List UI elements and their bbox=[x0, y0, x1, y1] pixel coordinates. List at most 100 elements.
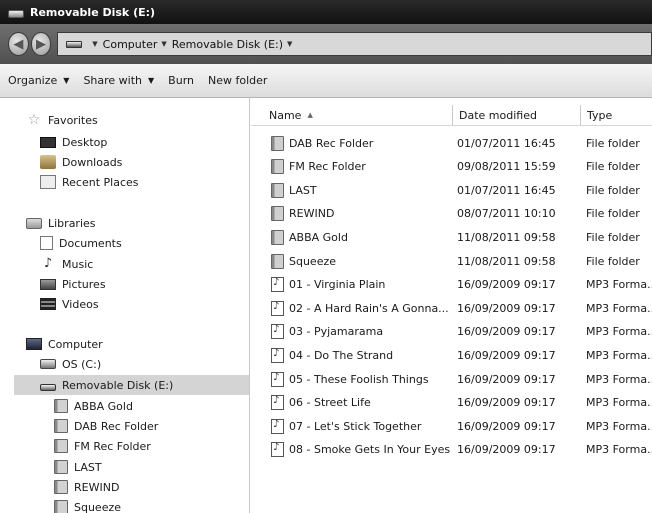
nav-desktop[interactable]: Desktop bbox=[40, 132, 107, 152]
chevron-down-icon[interactable]: ▼ bbox=[287, 40, 292, 48]
column-header-name[interactable]: Name ▲ bbox=[263, 105, 453, 125]
nav-favorites[interactable]: ☆ Favorites bbox=[26, 110, 98, 130]
column-header-date-modified[interactable]: Date modified bbox=[453, 105, 581, 125]
new-folder-label: New folder bbox=[208, 74, 268, 87]
back-button[interactable]: ◀ bbox=[8, 32, 29, 56]
title-bar: Removable Disk (E:) bbox=[0, 0, 652, 24]
file-type: MP3 Forma.. bbox=[586, 419, 652, 433]
chevron-down-icon: ▼ bbox=[148, 76, 155, 85]
breadcrumb-separator[interactable]: ▼ bbox=[88, 40, 102, 48]
hard-drive-icon bbox=[40, 359, 56, 369]
chevron-down-icon[interactable]: ▼ bbox=[161, 40, 166, 48]
nav-downloads[interactable]: Downloads bbox=[40, 152, 122, 172]
desktop-icon bbox=[40, 136, 56, 148]
recent-places-icon bbox=[40, 175, 56, 189]
nav-documents[interactable]: Documents bbox=[40, 233, 122, 253]
file-row[interactable]: 07 - Let's Stick Together 16/09/2009 09:1… bbox=[251, 415, 652, 437]
file-row[interactable]: 06 - Street Life 16/09/2009 09:17 MP3 Form… bbox=[251, 392, 652, 414]
nav-recent-places[interactable]: Recent Places bbox=[40, 172, 139, 192]
navigation-pane[interactable]: ☆ Favorites Desktop Downloads Recent Plac… bbox=[0, 98, 250, 513]
nav-videos[interactable]: Videos bbox=[40, 294, 99, 314]
folder-icon bbox=[271, 135, 284, 151]
removable-disk-icon bbox=[40, 383, 56, 391]
chevron-down-icon: ▼ bbox=[92, 40, 98, 48]
nav-label: Libraries bbox=[48, 216, 96, 230]
nav-folder-fm-rec[interactable]: FM Rec Folder bbox=[54, 436, 151, 456]
folder-icon bbox=[271, 253, 284, 269]
file-row[interactable]: 01 - Virginia Plain 16/09/2009 09:17 MP3 F… bbox=[251, 274, 652, 296]
command-bar: Organize ▼ Share with ▼ Burn New folder bbox=[0, 64, 652, 98]
nav-folder-squeeze[interactable]: Squeeze bbox=[54, 497, 121, 513]
nav-computer[interactable]: Computer bbox=[26, 334, 103, 354]
file-name: 02 - A Hard Rain's A Gonna... bbox=[289, 301, 449, 315]
file-list-pane[interactable]: Name ▲ Date modified Type DAB Rec Folder 0… bbox=[251, 98, 652, 513]
new-folder-button[interactable]: New folder bbox=[208, 74, 267, 87]
file-type: File folder bbox=[586, 230, 640, 244]
nav-label: FM Rec Folder bbox=[74, 439, 151, 453]
file-type: MP3 Forma.. bbox=[586, 348, 652, 362]
file-name: 03 - Pyjamarama bbox=[289, 325, 384, 339]
libraries-icon bbox=[26, 217, 42, 229]
file-row[interactable]: Squeeze 11/08/2011 09:58 File folder bbox=[251, 250, 652, 272]
header-divider bbox=[251, 125, 652, 126]
file-date-modified: 16/09/2009 09:17 bbox=[457, 419, 556, 433]
nav-music[interactable]: ♪ Music bbox=[40, 254, 93, 274]
folder-icon bbox=[54, 419, 68, 433]
nav-folder-abba-gold[interactable]: ABBA Gold bbox=[54, 396, 133, 416]
breadcrumb-removable-disk[interactable]: Removable Disk (E:) ▼ bbox=[172, 38, 298, 51]
file-date-modified: 16/09/2009 09:17 bbox=[457, 443, 556, 457]
column-header-type[interactable]: Type bbox=[581, 105, 652, 125]
file-row[interactable]: 08 - Smoke Gets In Your Eyes 16/09/2009 0… bbox=[251, 439, 652, 461]
file-type: MP3 Forma.. bbox=[586, 396, 652, 410]
organize-button[interactable]: Organize ▼ bbox=[8, 74, 69, 87]
back-arrow-icon: ◀ bbox=[13, 36, 24, 52]
nav-pictures[interactable]: Pictures bbox=[40, 274, 106, 294]
file-row[interactable]: ABBA Gold 11/08/2011 09:58 File folder bbox=[251, 226, 652, 248]
share-with-button[interactable]: Share with ▼ bbox=[83, 74, 154, 87]
file-row[interactable]: LAST 01/07/2011 16:45 File folder bbox=[251, 179, 652, 201]
nav-os-drive[interactable]: OS (C:) bbox=[40, 354, 101, 374]
file-row[interactable]: 04 - Do The Strand 16/09/2009 09:17 MP3 Fo… bbox=[251, 344, 652, 366]
nav-label: Desktop bbox=[62, 135, 108, 149]
breadcrumb-label: Removable Disk (E:) bbox=[171, 37, 284, 51]
folder-icon bbox=[271, 229, 284, 245]
file-name-cell: 08 - Smoke Gets In Your Eyes bbox=[271, 439, 455, 461]
file-name: DAB Rec Folder bbox=[289, 136, 374, 150]
file-row[interactable]: FM Rec Folder 09/08/2011 15:59 File folder bbox=[251, 156, 652, 178]
file-row[interactable]: REWIND 08/07/2011 10:10 File folder bbox=[251, 203, 652, 225]
nav-label: Downloads bbox=[62, 155, 123, 169]
file-row[interactable]: 02 - A Hard Rain's A Gonna... 16/09/2009 … bbox=[251, 297, 652, 319]
file-date-modified: 01/07/2011 16:45 bbox=[457, 183, 556, 197]
nav-folder-last[interactable]: LAST bbox=[54, 457, 102, 477]
file-date-modified: 16/09/2009 09:17 bbox=[457, 348, 556, 362]
nav-removable-disk[interactable]: Removable Disk (E:) bbox=[14, 375, 249, 395]
file-name-cell: 01 - Virginia Plain bbox=[271, 274, 455, 296]
nav-folder-rewind[interactable]: REWIND bbox=[54, 477, 119, 497]
nav-label: Music bbox=[62, 257, 94, 271]
music-note-icon: ♪ bbox=[43, 256, 53, 271]
file-date-modified: 16/09/2009 09:17 bbox=[457, 325, 556, 339]
file-date-modified: 16/09/2009 09:17 bbox=[457, 396, 556, 410]
downloads-icon bbox=[40, 155, 56, 169]
forward-button[interactable]: ▶ bbox=[30, 32, 52, 56]
window-title: Removable Disk (E:) bbox=[30, 5, 156, 19]
nav-libraries[interactable]: Libraries bbox=[26, 213, 96, 233]
burn-button[interactable]: Burn bbox=[168, 74, 194, 87]
mp3-file-icon bbox=[271, 371, 284, 387]
file-row[interactable]: DAB Rec Folder 01/07/2011 16:45 File folde… bbox=[251, 132, 652, 154]
burn-label: Burn bbox=[168, 74, 194, 87]
file-date-modified: 11/08/2011 09:58 bbox=[457, 254, 556, 268]
file-row[interactable]: 05 - These Foolish Things 16/09/2009 09:1… bbox=[251, 368, 652, 390]
breadcrumb-computer[interactable]: Computer ▼ bbox=[103, 38, 172, 51]
file-name-cell: LAST bbox=[271, 179, 455, 201]
nav-folder-dab-rec[interactable]: DAB Rec Folder bbox=[54, 416, 158, 436]
file-row[interactable]: 03 - Pyjamarama 16/09/2009 09:17 MP3 Forma… bbox=[251, 321, 652, 343]
address-bar[interactable]: ▼ Computer ▼ Removable Disk (E:) ▼ bbox=[57, 32, 652, 56]
file-name-cell: Squeeze bbox=[271, 250, 455, 272]
file-type: MP3 Forma.. bbox=[586, 301, 652, 315]
mp3-file-icon bbox=[271, 442, 284, 458]
nav-label: DAB Rec Folder bbox=[74, 419, 159, 433]
file-name-cell: FM Rec Folder bbox=[271, 156, 455, 178]
file-name: 04 - Do The Strand bbox=[289, 348, 394, 362]
file-type: MP3 Forma.. bbox=[586, 443, 652, 457]
